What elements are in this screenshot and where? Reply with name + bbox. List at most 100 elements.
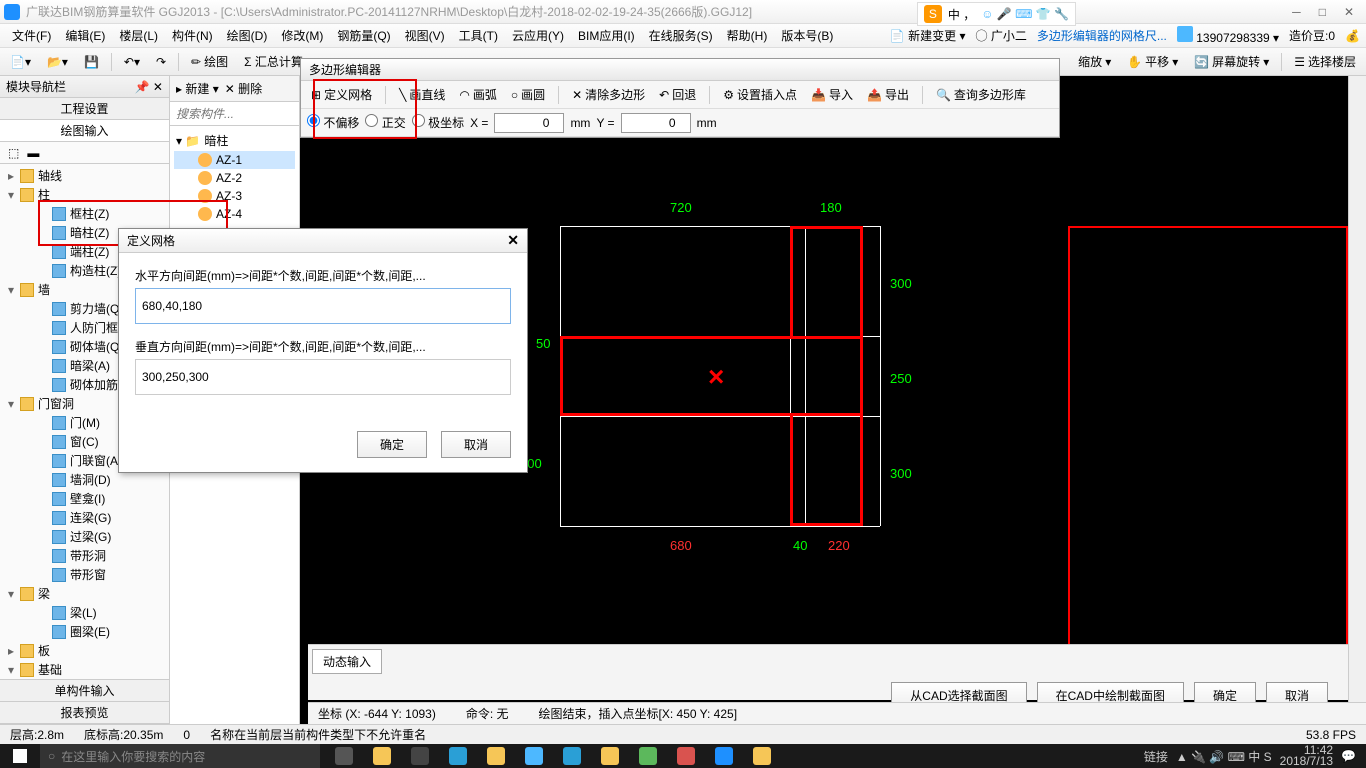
tree-item[interactable]: 圈梁(E) bbox=[4, 622, 165, 641]
menu-draw[interactable]: 绘图(D) bbox=[221, 25, 274, 46]
y-input[interactable] bbox=[621, 113, 691, 133]
v-spacing-input[interactable] bbox=[135, 359, 511, 395]
task-icon[interactable] bbox=[516, 744, 552, 768]
menu-online[interactable]: 在线服务(S) bbox=[643, 25, 719, 46]
task-icon[interactable] bbox=[364, 744, 400, 768]
task-icon[interactable] bbox=[706, 744, 742, 768]
dialog-title: 定义网格 bbox=[127, 232, 175, 249]
menu-rebar[interactable]: 钢筋量(Q) bbox=[331, 25, 396, 46]
task-icon[interactable] bbox=[478, 744, 514, 768]
task-icon[interactable] bbox=[630, 744, 666, 768]
menu-view[interactable]: 视图(V) bbox=[399, 25, 451, 46]
dialog-close-button[interactable]: ✕ bbox=[507, 232, 519, 249]
redo-button[interactable]: ↷ bbox=[152, 53, 170, 71]
open-button[interactable]: 📂▾ bbox=[43, 53, 72, 71]
task-icon[interactable] bbox=[668, 744, 704, 768]
dynamic-input-button[interactable]: 动态输入 bbox=[312, 649, 382, 674]
tray-icons[interactable]: ▲ 🔌 🔊 ⌨ 中 S bbox=[1176, 748, 1272, 765]
menu-modify[interactable]: 修改(M) bbox=[275, 25, 329, 46]
tree-item[interactable]: 带形窗 bbox=[4, 565, 165, 584]
coord-status-bar: 坐标 (X: -644 Y: 1093) 命令: 无 绘图结束，插入点坐标[X:… bbox=[308, 702, 1366, 724]
menu-floor[interactable]: 楼层(L) bbox=[113, 25, 164, 46]
cortana-search[interactable]: ○ 在这里输入你要搜索的内容 bbox=[40, 744, 320, 768]
new-change-button[interactable]: 📄 新建变更 ▾ bbox=[890, 27, 966, 44]
rotate-button[interactable]: 🔄 屏幕旋转 ▾ bbox=[1190, 51, 1273, 72]
tab-report-preview[interactable]: 报表预览 bbox=[0, 702, 169, 724]
clear-poly-button[interactable]: ✕ 清除多边形 bbox=[568, 84, 649, 105]
search-input[interactable] bbox=[170, 102, 299, 125]
menu-component[interactable]: 构件(N) bbox=[166, 25, 219, 46]
tiny-btn2[interactable]: ▬ bbox=[27, 146, 39, 160]
menu-edit[interactable]: 编辑(E) bbox=[59, 25, 111, 46]
user-label[interactable]: ◯ 广小二 bbox=[976, 27, 1027, 44]
insert-point-button[interactable]: ⚙ 设置插入点 bbox=[719, 84, 801, 105]
right-scrollbar[interactable] bbox=[1348, 76, 1366, 724]
undo-button[interactable]: ↶▾ bbox=[120, 53, 144, 71]
list-root[interactable]: ▾ 📁 暗柱 bbox=[174, 130, 295, 151]
zoom-button[interactable]: 缩放 ▾ bbox=[1074, 51, 1115, 72]
polygon-editor-title: 多边形编辑器 bbox=[301, 59, 1059, 81]
tree-item[interactable]: 连梁(G) bbox=[4, 508, 165, 527]
task-icon[interactable] bbox=[744, 744, 780, 768]
menu-help[interactable]: 帮助(H) bbox=[721, 25, 774, 46]
import-button[interactable]: 📥 导入 bbox=[807, 84, 857, 105]
save-button[interactable]: 💾 bbox=[80, 53, 103, 71]
draw-button[interactable]: ✏ 绘图 bbox=[187, 51, 232, 72]
tiny-btn1[interactable]: ⬚ bbox=[8, 146, 19, 160]
task-icon[interactable] bbox=[402, 744, 438, 768]
tree-item[interactable]: ▸轴线 bbox=[4, 166, 165, 185]
tree-item[interactable]: 带形洞 bbox=[4, 546, 165, 565]
task-icon[interactable] bbox=[554, 744, 590, 768]
tree-item[interactable]: ▾基础 bbox=[4, 660, 165, 679]
notification-icon[interactable]: 💬 bbox=[1341, 749, 1356, 763]
tree-item[interactable]: 壁龛(I) bbox=[4, 489, 165, 508]
floor-height-label: 层高:2.8m bbox=[10, 726, 64, 743]
export-button[interactable]: 📤 导出 bbox=[863, 84, 913, 105]
tree-item[interactable]: 梁(L) bbox=[4, 603, 165, 622]
dialog-ok-button[interactable]: 确定 bbox=[357, 431, 427, 458]
tray-date: 2018/7/13 bbox=[1280, 756, 1333, 767]
select-floor-button[interactable]: ☰ 选择楼层 bbox=[1290, 51, 1360, 72]
menu-tools[interactable]: 工具(T) bbox=[453, 25, 504, 46]
x-input[interactable] bbox=[494, 113, 564, 133]
menu-bim[interactable]: BIM应用(I) bbox=[572, 25, 641, 46]
tab-single-input[interactable]: 单构件输入 bbox=[0, 680, 169, 702]
draw-circle-button[interactable]: ○ 画圆 bbox=[507, 84, 549, 105]
fps-label: 53.8 FPS bbox=[1306, 728, 1356, 742]
ime-bar[interactable]: S 中 ， ☺ 🎤 ⌨ 👕 🔧 bbox=[917, 2, 1076, 26]
list-item[interactable]: AZ-2 bbox=[174, 169, 295, 187]
tree-item[interactable]: 过梁(G) bbox=[4, 527, 165, 546]
polar-radio[interactable]: 极坐标 bbox=[412, 114, 464, 131]
task-icon[interactable] bbox=[440, 744, 476, 768]
new-component-button[interactable]: ▸ 新建 ▾ bbox=[176, 80, 219, 97]
tree-item[interactable]: ▸板 bbox=[4, 641, 165, 660]
phone-label[interactable]: 13907298339 ▾ bbox=[1177, 26, 1279, 45]
new-file-button[interactable]: 📄▾ bbox=[6, 53, 35, 71]
undo-poly-button[interactable]: ↶ 回退 bbox=[655, 84, 700, 105]
tiny-toolbar: ⬚ ▬ bbox=[0, 142, 169, 164]
sum-button[interactable]: Σ 汇总计算 bbox=[240, 51, 307, 72]
close-button[interactable]: ✕ bbox=[1344, 5, 1354, 19]
delete-component-button[interactable]: ✕ 删除 bbox=[225, 80, 262, 97]
coin-icon: 💰 bbox=[1345, 29, 1360, 43]
tab-project-settings[interactable]: 工程设置 bbox=[0, 98, 169, 120]
tree-item[interactable]: ▾梁 bbox=[4, 584, 165, 603]
pan-button[interactable]: ✋ 平移 ▾ bbox=[1123, 51, 1182, 72]
taskview-icon[interactable] bbox=[326, 744, 362, 768]
maximize-button[interactable]: □ bbox=[1319, 5, 1326, 19]
minimize-button[interactable]: ─ bbox=[1292, 5, 1301, 19]
menu-version[interactable]: 版本号(B) bbox=[775, 25, 839, 46]
h-spacing-input[interactable] bbox=[135, 288, 511, 324]
poly-link[interactable]: 多边形编辑器的网格尺... bbox=[1037, 27, 1167, 44]
tab-draw-input[interactable]: 绘图输入 bbox=[0, 120, 169, 142]
task-icon[interactable] bbox=[592, 744, 628, 768]
list-item[interactable]: AZ-1 bbox=[174, 151, 295, 169]
pin-icon[interactable]: 📌 ✕ bbox=[135, 80, 163, 94]
query-lib-button[interactable]: 🔍 查询多边形库 bbox=[932, 84, 1030, 105]
menu-cloud[interactable]: 云应用(Y) bbox=[506, 25, 570, 46]
start-button[interactable] bbox=[0, 744, 40, 768]
draw-arc-button[interactable]: ◠ 画弧 bbox=[455, 84, 501, 105]
dialog-cancel-button[interactable]: 取消 bbox=[441, 431, 511, 458]
tray-link[interactable]: 链接 bbox=[1144, 748, 1168, 765]
menu-file[interactable]: 文件(F) bbox=[6, 25, 57, 46]
